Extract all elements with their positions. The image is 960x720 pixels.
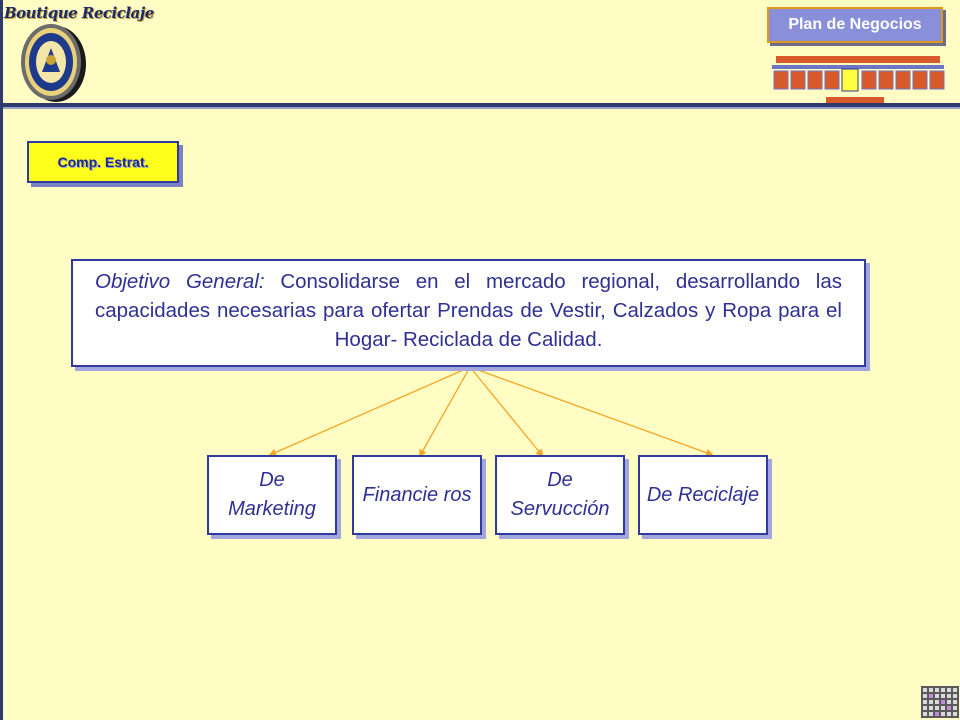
connector-financieros [419,366,471,458]
connector-reciclaje [469,366,714,457]
objective-box-servuccion: De Servucción [495,455,625,535]
objetivo-general-label: Objetivo General: [95,270,265,293]
navigation-thumbnail-diagram[interactable] [770,53,948,107]
slide-index-grid-icon[interactable] [921,686,959,718]
plan-de-negocios-button[interactable]: Plan de Negocios [767,7,943,43]
connector-servuccion [469,366,544,458]
header-divider-shadow [0,107,960,109]
objective-box-marketing: De Marketing [207,455,337,535]
objective-box-reciclaje: De Reciclaje [638,455,768,535]
connector-marketing [268,366,471,457]
left-border [0,0,3,720]
objective-box-financieros: Financie ros [352,455,482,535]
university-seal-logo [21,24,86,102]
comp-estrat-button[interactable]: Comp. Estrat. [27,141,179,183]
objetivo-general-box: Objetivo General: Consolidarse en el mer… [71,259,866,367]
